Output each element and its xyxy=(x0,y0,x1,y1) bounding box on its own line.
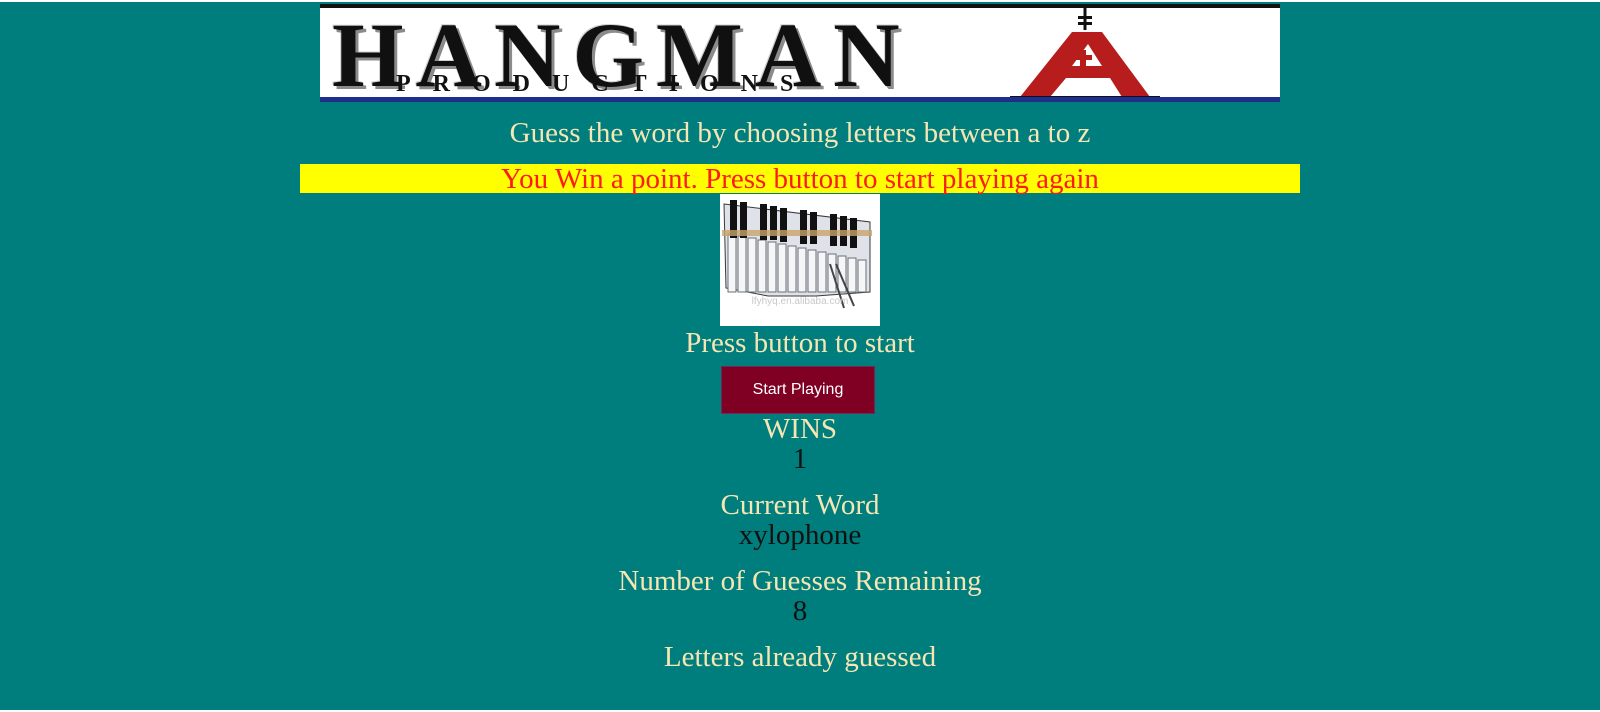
status-banner: You Win a point. Press button to start p… xyxy=(300,164,1300,195)
guesses-remaining-value: 8 xyxy=(792,595,808,627)
wins-value: 1 xyxy=(792,443,808,475)
page: HANGMAN PRODUCTIONS Guess the word by ch… xyxy=(0,2,1600,710)
letters-guessed-label: Letters already guessed xyxy=(663,641,937,673)
hangman-logo: HANGMAN PRODUCTIONS xyxy=(320,4,1280,102)
start-prompt: Press button to start xyxy=(685,327,915,359)
gallows-a-icon xyxy=(1010,8,1160,97)
image-watermark: lfyhyq.en.alibaba.com xyxy=(751,296,849,307)
start-playing-button[interactable]: Start Playing xyxy=(721,366,875,414)
xylophone-hint-image: lfyhyq.en.alibaba.com xyxy=(720,194,880,326)
current-word-label: Current Word xyxy=(720,489,880,521)
instructions-text: Guess the word by choosing letters betwe… xyxy=(509,117,1091,149)
wins-label: WINS xyxy=(762,413,838,445)
guesses-remaining-label: Number of Guesses Remaining xyxy=(618,565,982,597)
logo-subtitle: PRODUCTIONS xyxy=(396,71,816,97)
current-word-value: xylophone xyxy=(738,519,862,551)
